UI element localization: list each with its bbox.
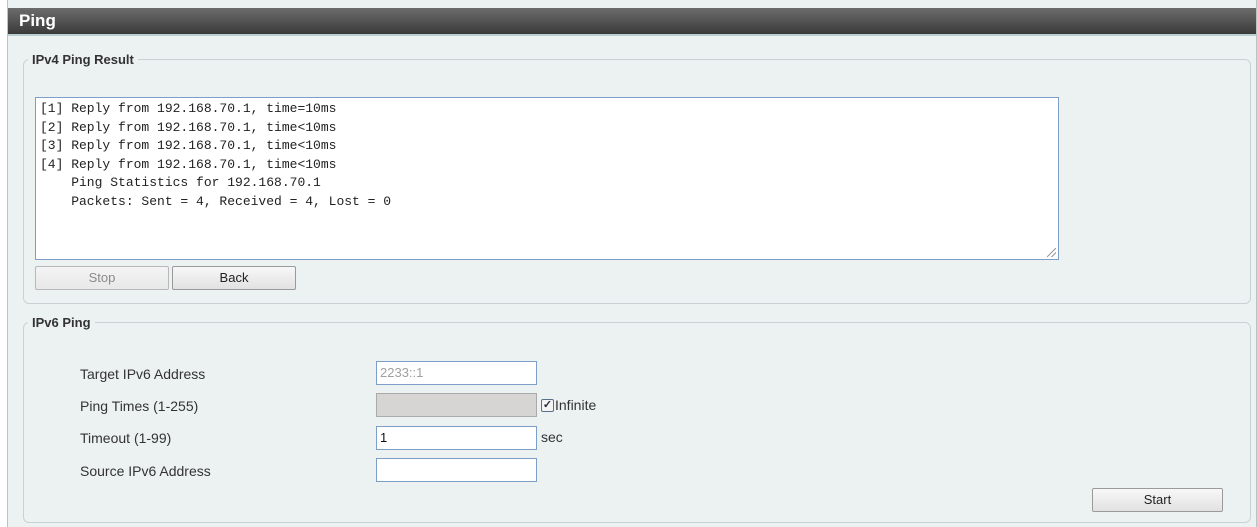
timeout-unit: sec xyxy=(541,429,563,445)
ipv6-ping-group: IPv6 Ping xyxy=(23,315,1251,523)
result-line: Packets: Sent = 4, Received = 4, Lost = … xyxy=(40,193,392,209)
page-title: Ping xyxy=(19,11,56,30)
start-button[interactable]: Start xyxy=(1092,488,1223,512)
timeout-label: Timeout (1-99) xyxy=(80,430,172,446)
ping-result-textarea[interactable]: [1] Reply from 192.168.70.1, time=10ms [2… xyxy=(35,97,1059,260)
resize-grip-icon[interactable] xyxy=(1047,248,1056,257)
result-line: [1] Reply from 192.168.70.1, time=10ms xyxy=(40,101,337,116)
target-ipv6-address-input[interactable]: 2233::1 xyxy=(376,361,537,385)
ping-times-label: Ping Times (1-255) xyxy=(80,398,199,414)
result-line: [3] Reply from 192.168.70.1, time<10ms xyxy=(40,138,337,153)
timeout-input[interactable]: 1 xyxy=(376,426,537,450)
result-line: [4] Reply from 192.168.70.1, time<10ms xyxy=(40,156,337,172)
result-line: [2] Reply from 192.168.70.1, time<10ms xyxy=(40,119,337,135)
ipv4-ping-result-legend: IPv4 Ping Result xyxy=(32,52,134,67)
title-bar: Ping xyxy=(8,8,1256,36)
back-button[interactable]: Back xyxy=(172,266,296,290)
ping-panel: Ping IPv4 Ping Result IPv6 Ping xyxy=(7,0,1257,527)
result-line: Ping Statistics for 192.168.70.1 xyxy=(40,175,321,190)
ping-times-input[interactable] xyxy=(376,393,537,417)
target-ipv6-address-label: Target IPv6 Address xyxy=(80,366,206,382)
source-ipv6-address-input[interactable] xyxy=(376,458,537,482)
infinite-checkbox[interactable]: ✓ xyxy=(541,399,554,412)
infinite-label: Infinite xyxy=(555,397,597,413)
stop-button[interactable]: Stop xyxy=(35,266,169,290)
ipv6-ping-legend: IPv6 Ping xyxy=(32,315,91,330)
source-ipv6-address-label: Source IPv6 Address xyxy=(80,463,211,479)
